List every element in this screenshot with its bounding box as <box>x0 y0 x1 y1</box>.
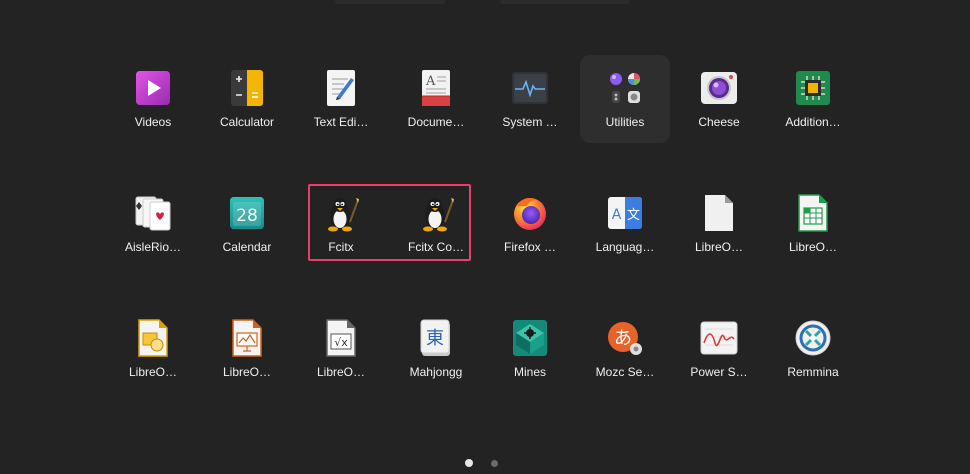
videos-icon <box>134 69 172 107</box>
svg-text:文: 文 <box>627 208 640 223</box>
libreoffice-impress-icon <box>228 319 266 357</box>
app-label: Mahjongg <box>409 365 463 379</box>
svg-text:東: 東 <box>426 328 444 349</box>
app-label: Utilities <box>605 115 645 129</box>
power-statistics-icon <box>700 319 738 357</box>
app-videos[interactable]: Videos <box>108 55 198 143</box>
app-grid: Videos Calculator Text Edi… A Docume… System … <box>0 0 970 474</box>
app-label: System … <box>502 115 558 129</box>
app-text-editor[interactable]: Text Edi… <box>296 55 386 143</box>
app-fcitx-config[interactable]: Fcitx Co… <box>391 180 481 268</box>
svg-text:あ: あ <box>614 328 632 349</box>
app-document-viewer[interactable]: A Docume… <box>391 55 481 143</box>
svg-text:A: A <box>612 207 622 223</box>
app-label: Calculator <box>219 115 275 129</box>
page-indicator <box>465 459 498 467</box>
app-label: LibreO… <box>222 365 272 379</box>
fcitx-config-penguin-icon <box>417 194 455 232</box>
libreoffice-math-icon: √x <box>322 319 360 357</box>
app-label: Cheese <box>698 115 740 129</box>
app-label: Languag… <box>595 240 655 254</box>
text-editor-icon <box>322 69 360 107</box>
app-calendar[interactable]: 28 Calendar <box>202 180 292 268</box>
firefox-icon <box>511 194 549 232</box>
app-label: LibreO… <box>694 240 744 254</box>
app-mahjongg[interactable]: 東 Mahjongg <box>391 305 481 393</box>
app-label: Mines <box>513 365 546 379</box>
mozc-icon: あ <box>606 319 644 357</box>
app-label: Calendar <box>222 240 272 254</box>
mines-icon <box>511 319 549 357</box>
app-remmina[interactable]: Remmina <box>768 305 858 393</box>
app-calculator[interactable]: Calculator <box>202 55 292 143</box>
app-power-statistics[interactable]: Power S… <box>674 305 764 393</box>
app-language-support[interactable]: A 文 Languag… <box>580 180 670 268</box>
app-libreoffice[interactable]: LibreO… <box>674 180 764 268</box>
app-label: Fcitx <box>328 240 354 254</box>
app-label: AisleRio… <box>124 240 181 254</box>
app-label: Addition… <box>785 115 841 129</box>
page-dot-1[interactable] <box>465 459 473 467</box>
document-viewer-icon: A <box>417 69 455 107</box>
app-label: LibreO… <box>128 365 178 379</box>
page-dot-2[interactable] <box>491 459 498 467</box>
app-mozc-setup[interactable]: あ Mozc Se… <box>580 305 670 393</box>
aisleriot-icon <box>134 194 172 232</box>
app-cheese[interactable]: Cheese <box>674 55 764 143</box>
app-label: Remmina <box>787 365 839 379</box>
language-support-icon: A文 <box>606 194 644 232</box>
app-label: Power S… <box>690 365 748 379</box>
app-label: LibreO… <box>788 240 838 254</box>
libreoffice-calc-icon <box>794 194 832 232</box>
calendar-icon: 28 <box>228 194 266 232</box>
utilities-folder-icon <box>606 69 644 107</box>
cheese-icon <box>700 69 738 107</box>
additional-drivers-icon <box>794 69 832 107</box>
app-label: Text Edi… <box>313 115 369 129</box>
app-fcitx[interactable]: Fcitx <box>296 180 386 268</box>
app-libreoffice-impress[interactable]: LibreO… <box>202 305 292 393</box>
app-mines[interactable]: Mines <box>485 305 575 393</box>
app-label: Videos <box>134 115 172 129</box>
app-label: Firefox … <box>503 240 556 254</box>
app-libreoffice-math[interactable]: √x LibreO… <box>296 305 386 393</box>
app-label: LibreO… <box>316 365 366 379</box>
app-label: Docume… <box>407 115 465 129</box>
calculator-icon <box>228 69 266 107</box>
app-label: Fcitx Co… <box>407 240 464 254</box>
remmina-icon <box>794 319 832 357</box>
mahjongg-icon: 東 <box>417 319 455 357</box>
app-libreoffice-draw[interactable]: LibreO… <box>108 305 198 393</box>
app-additional-drivers[interactable]: Addition… <box>768 55 858 143</box>
app-system-monitor[interactable]: System … <box>485 55 575 143</box>
fcitx-penguin-icon <box>322 194 360 232</box>
app-aisleriot[interactable]: AisleRio… <box>108 180 198 268</box>
libreoffice-icon <box>700 194 738 232</box>
app-firefox[interactable]: Firefox … <box>485 180 575 268</box>
svg-text:28: 28 <box>236 206 258 226</box>
svg-text:A: A <box>425 74 436 89</box>
app-libreoffice-calc[interactable]: LibreO… <box>768 180 858 268</box>
libreoffice-draw-icon <box>134 319 172 357</box>
app-label: Mozc Se… <box>595 365 655 379</box>
svg-text:√x: √x <box>334 336 348 349</box>
system-monitor-icon <box>511 69 549 107</box>
app-utilities[interactable]: Utilities <box>580 55 670 143</box>
